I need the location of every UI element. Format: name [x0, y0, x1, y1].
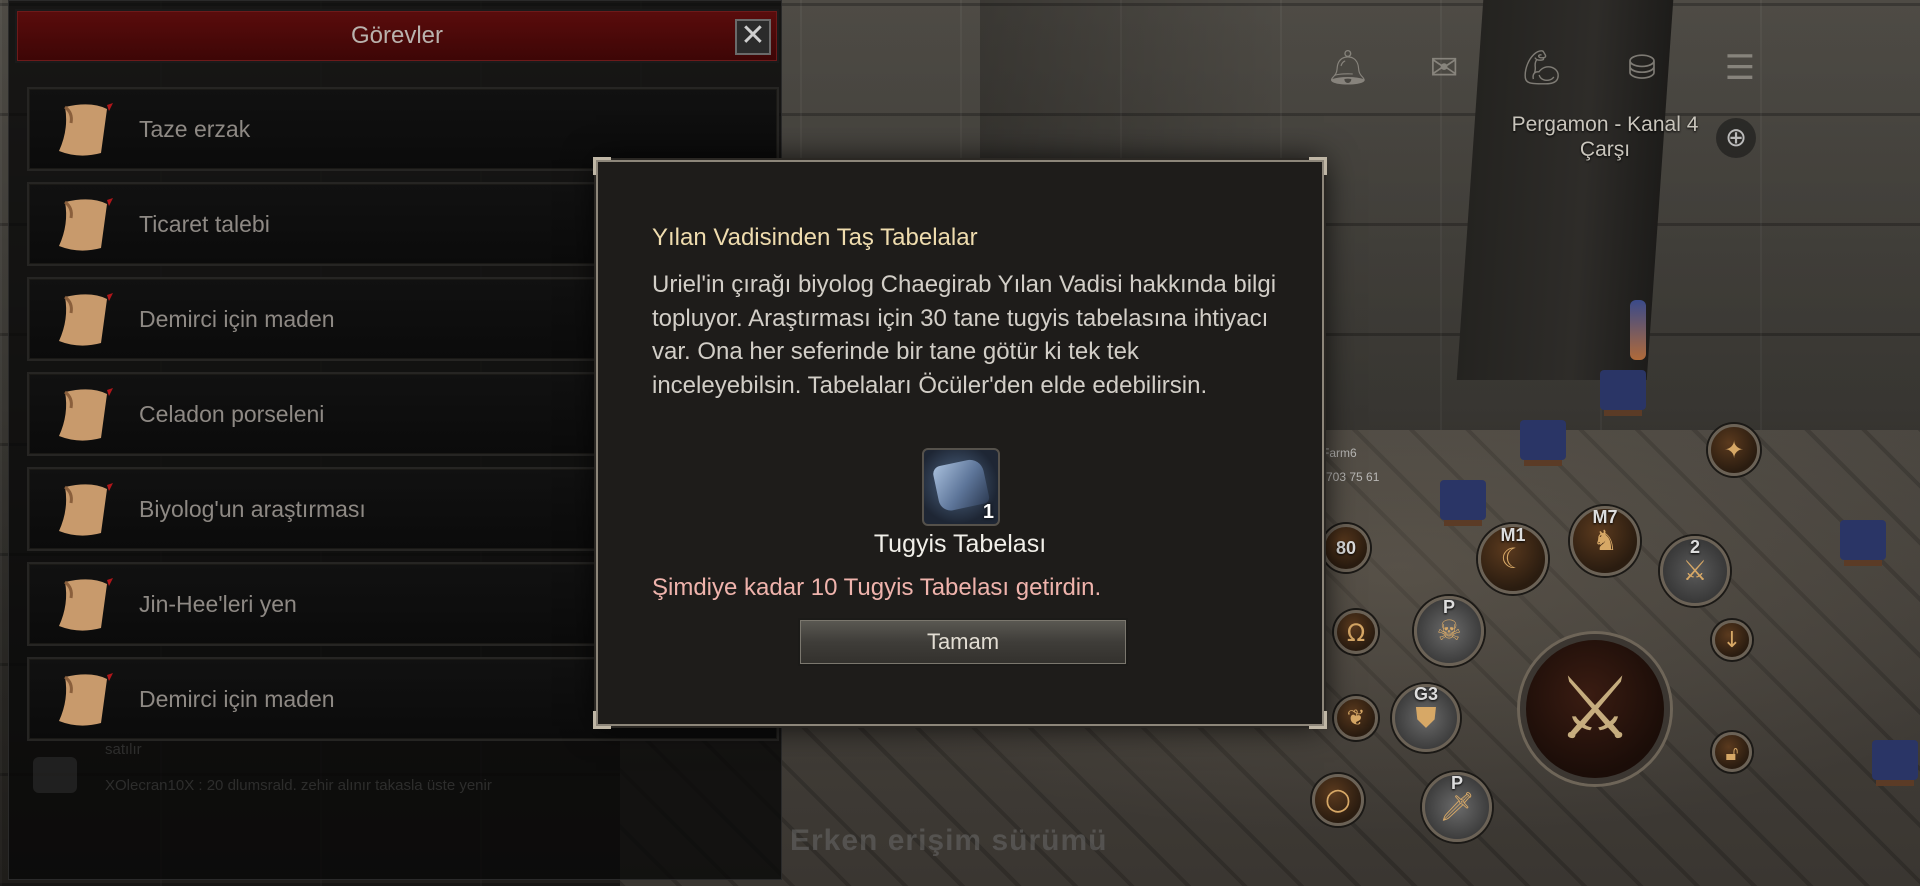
market-stall — [1600, 370, 1646, 410]
main-attack-button[interactable]: ⚔ — [1520, 634, 1670, 784]
location-label: Pergamon - Kanal 4 Çarşı — [1490, 112, 1720, 162]
location-area: Çarşı — [1579, 138, 1631, 161]
mail-icon[interactable]: ✉ — [1422, 46, 1466, 90]
scroll-icon — [59, 578, 113, 631]
scroll-icon — [59, 673, 113, 726]
reward-quantity: 1 — [982, 501, 994, 523]
reward-item-name: Tugyis Tabelası — [873, 530, 1047, 558]
horseshoe-icon[interactable]: Ω — [1334, 610, 1378, 654]
target-ring-icon[interactable]: ○ — [1312, 774, 1364, 826]
market-stall — [1840, 520, 1886, 560]
quest-dialog: Yılan Vadisinden Taş Tabelalar Uriel'in … — [593, 157, 1327, 729]
menu-icon[interactable]: ☰ — [1718, 46, 1762, 90]
market-stall — [1520, 420, 1566, 460]
arrow-down-icon[interactable]: ↓ — [1712, 620, 1752, 660]
skill-p2-button[interactable]: P 🗡︎ — [1422, 772, 1492, 842]
player-info: 703 75 61 — [1326, 470, 1380, 484]
frame-corner — [1309, 157, 1327, 175]
stone-tablet-icon — [931, 457, 991, 513]
skill-p-tag: P — [1442, 597, 1455, 617]
quest-panel-header: Görevler ✕ — [15, 9, 779, 63]
ok-button[interactable]: Tamam — [798, 618, 1128, 666]
quest-label: Jin-Hee'leri yen — [139, 591, 297, 617]
strength-icon[interactable]: 💪︎ — [1520, 46, 1564, 90]
skill-m1-button[interactable]: M1 ☾ — [1478, 524, 1548, 594]
quest-label: Taze erzak — [139, 116, 251, 142]
skill-g3-button[interactable]: G3 ⛊ — [1392, 684, 1460, 752]
quest-label: Demirci için maden — [139, 686, 335, 712]
skill-g3-tag: G3 — [1413, 684, 1438, 704]
chat-line: satılır — [105, 741, 142, 758]
early-access-label: Erken erişim sürümü — [790, 824, 1108, 857]
skill-p2-tag: P — [1450, 773, 1463, 793]
chat-icon[interactable] — [33, 757, 77, 793]
mount-icon[interactable]: ❦ — [1334, 696, 1378, 740]
lock-icon[interactable]: 🔓︎ — [1712, 732, 1752, 772]
close-icon: ✕ — [740, 18, 766, 53]
dialog-title: Yılan Vadisinden Taş Tabelalar — [652, 224, 978, 251]
skill-m1-tag: M1 — [1500, 525, 1526, 545]
quest-label: Celadon porseleni — [139, 401, 325, 427]
scroll-icon — [59, 198, 113, 251]
scroll-icon — [59, 293, 113, 346]
scroll-icon — [59, 103, 113, 156]
quest-label: Ticaret talebi — [139, 211, 270, 237]
market-stall — [1872, 740, 1918, 780]
market-stall — [1440, 480, 1486, 520]
quest-progress-text: Şimdiye kadar 10 Tugyis Tabelası getirdi… — [652, 574, 1102, 601]
scroll-icon — [59, 388, 113, 441]
chat-line: XOlecran10X : 20 dlumsrald. zehir alınır… — [105, 777, 492, 794]
dialog-body: Uriel'in çırağı biyolog Chaegirab Yılan … — [652, 271, 1277, 399]
skill-m7-tag: M7 — [1592, 507, 1618, 527]
skill-m7-button[interactable]: M7 ♞ — [1570, 506, 1640, 576]
quest-label: Biyolog'un araştırması — [139, 496, 366, 522]
bell-icon[interactable]: 🔔︎ — [1326, 46, 1370, 90]
scroll-icon — [59, 483, 113, 536]
level-badge: 80 — [1335, 538, 1357, 558]
reward-item-slot[interactable]: 1 — [922, 448, 1000, 526]
level-skill-button[interactable]: 80 — [1322, 524, 1370, 572]
quest-item[interactable]: Taze erzak — [27, 87, 779, 171]
frame-corner — [1309, 711, 1327, 729]
skill-2-button[interactable]: 2 ⚔ — [1660, 536, 1730, 606]
globe-icon[interactable]: ⊕ — [1716, 118, 1756, 158]
skill-2-tag: 2 — [1689, 537, 1700, 557]
skill-p-button[interactable]: P ☠ — [1414, 596, 1484, 666]
emote-icon[interactable]: ✦ — [1708, 424, 1760, 476]
location-name: Pergamon - Kanal 4 — [1511, 113, 1699, 136]
frame-corner — [593, 711, 611, 729]
player-name: Farm6 — [1322, 446, 1357, 460]
quest-panel-title: Görevler — [350, 22, 444, 49]
quest-label: Demirci için maden — [139, 306, 335, 332]
close-button[interactable]: ✕ — [735, 19, 771, 55]
npc-character[interactable] — [1630, 300, 1646, 360]
backpack-icon[interactable]: ⛁ — [1620, 46, 1664, 90]
frame-corner — [593, 157, 611, 175]
